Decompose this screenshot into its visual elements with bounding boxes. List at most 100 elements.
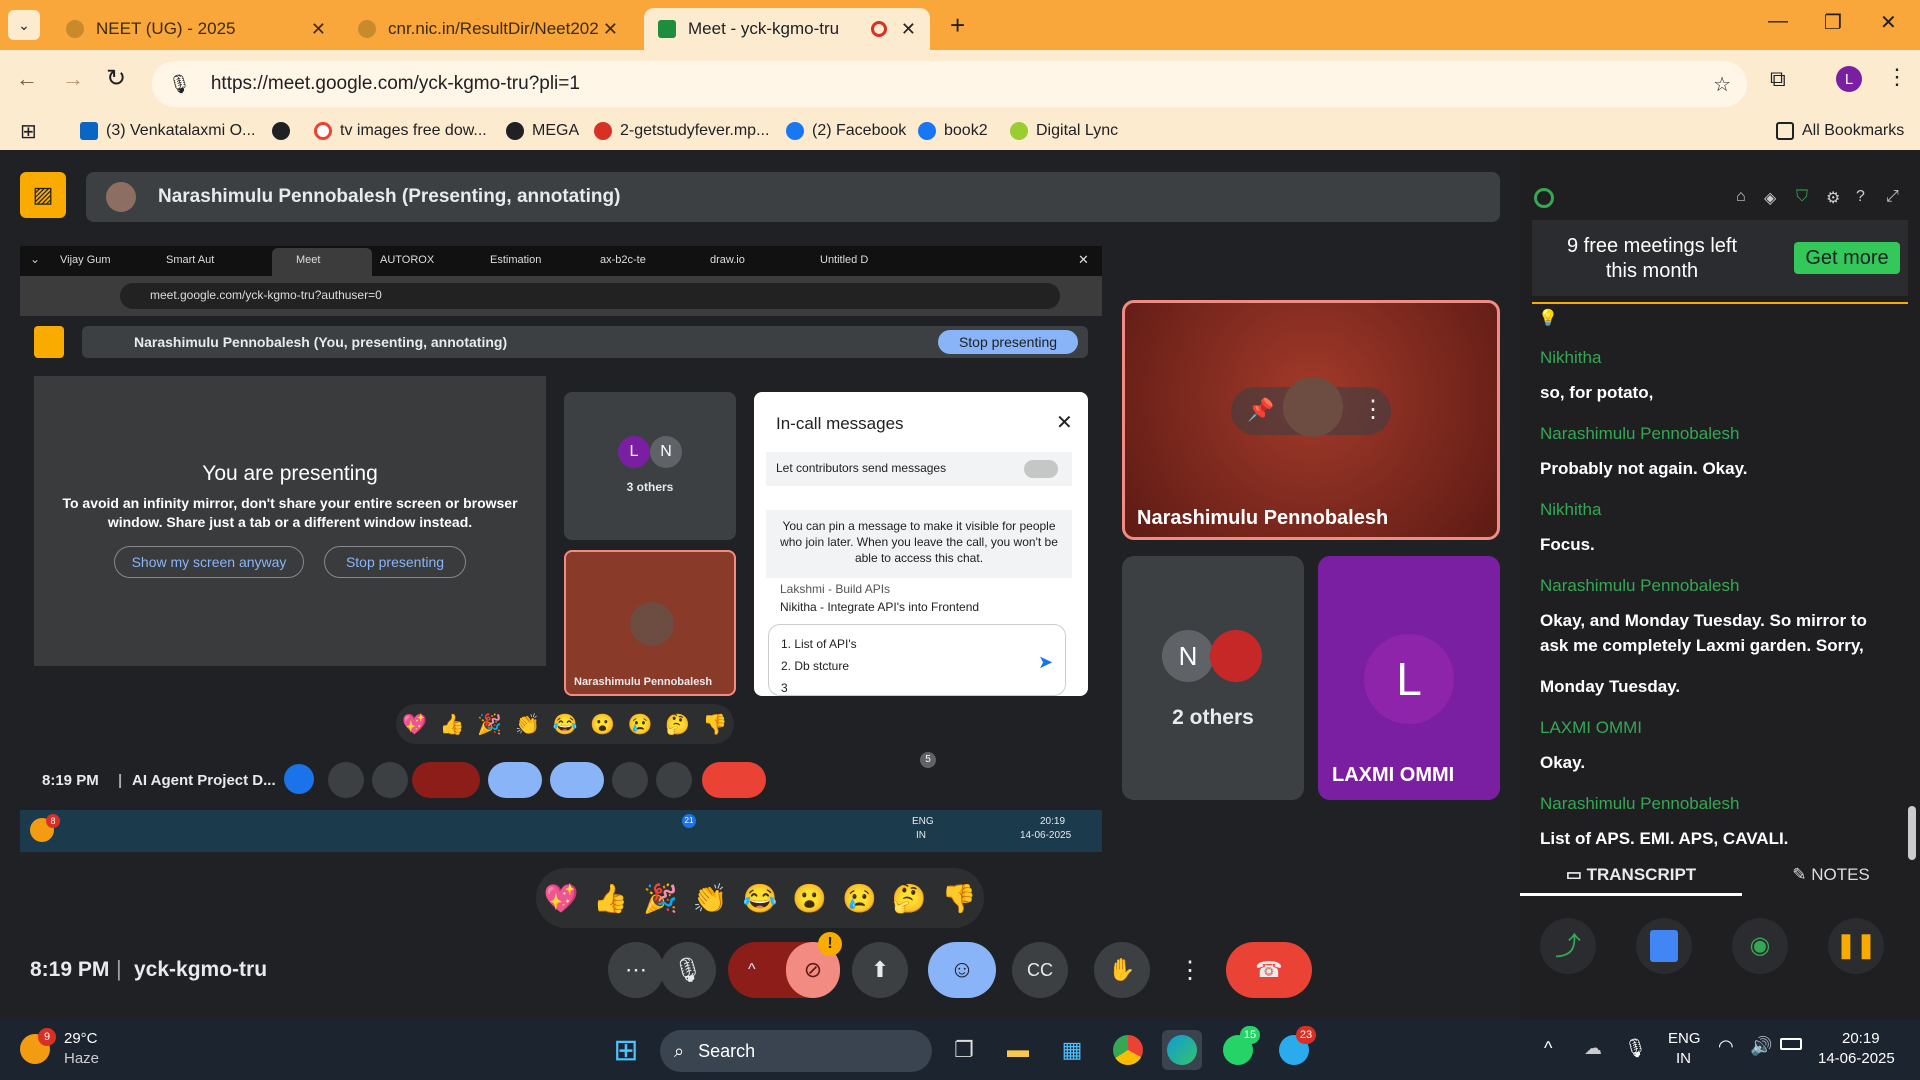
close-icon[interactable]: ✕ xyxy=(901,19,916,40)
bookmark-globe[interactable] xyxy=(272,116,298,146)
browser-tab-meet[interactable]: Meet - yck-kgmo-tru ✕ xyxy=(644,8,930,50)
minimize-panel-icon[interactable]: ⤢ xyxy=(1886,188,1899,206)
back-icon[interactable]: ← xyxy=(16,66,38,92)
present-button[interactable]: ⬆ xyxy=(852,942,908,998)
browser-tab-neet[interactable]: NEET (UG) - 2025 ✕ xyxy=(52,8,340,50)
minimize-icon[interactable]: — xyxy=(1768,10,1788,33)
win-region: IN xyxy=(916,830,926,841)
tray-cloud-icon[interactable]: ☁ xyxy=(1584,1038,1602,1059)
bookmark-digital-lync[interactable]: Digital Lync xyxy=(1010,116,1118,146)
message-draft: 1. List of API's 2. Db stcture 3 xyxy=(768,624,1066,696)
warning-badge: ! xyxy=(818,932,842,956)
weather-widget[interactable]: 9 29°C Haze xyxy=(18,1028,138,1072)
chrome-icon[interactable] xyxy=(1108,1030,1148,1070)
windows-start-icon[interactable]: ⊞ xyxy=(606,1030,646,1070)
battery-icon[interactable] xyxy=(1780,1038,1802,1050)
store-icon[interactable]: ▦ xyxy=(1052,1030,1092,1070)
camera-button[interactable]: ◉ xyxy=(1732,918,1788,974)
thumbs-down-icon[interactable]: 👎 xyxy=(942,882,977,915)
telegram-icon[interactable]: 23 xyxy=(1274,1026,1316,1070)
bookmark-facebook[interactable]: (2) Facebook xyxy=(786,116,906,146)
volume-icon[interactable]: 🔊 xyxy=(1750,1036,1772,1057)
bookmark-getstudyfever[interactable]: 2-getstudyfever.mp... xyxy=(594,116,769,146)
get-more-button[interactable]: Get more xyxy=(1794,242,1900,274)
raise-hand-button[interactable]: ✋ xyxy=(1094,942,1150,998)
shared-tab-search: ⌄ xyxy=(30,252,41,266)
all-bookmarks[interactable]: All Bookmarks xyxy=(1776,116,1904,146)
tab-transcript[interactable]: ▭ TRANSCRIPT xyxy=(1520,858,1742,896)
shared-emoji-button xyxy=(550,762,604,798)
help-icon[interactable]: ? xyxy=(1856,188,1865,206)
tab-search-button[interactable]: ⌄ xyxy=(8,10,40,40)
more-options-button[interactable]: ⋯ xyxy=(608,942,664,998)
bookmark-book2[interactable]: book2 xyxy=(918,116,988,146)
gear-icon[interactable]: ⚙ xyxy=(1826,188,1840,208)
clock-time[interactable]: 20:19 xyxy=(1842,1030,1880,1047)
close-icon[interactable]: ✕ xyxy=(603,19,618,40)
forward-icon[interactable]: → xyxy=(62,66,84,92)
mic-button[interactable]: 🎙 xyxy=(660,942,716,998)
chevron-up-icon: ^ xyxy=(748,961,756,978)
stop-sharing-icon[interactable]: ▨ xyxy=(20,172,66,218)
bookmark-star-icon[interactable]: ☆ xyxy=(1713,72,1731,97)
heart-icon[interactable]: 💖 xyxy=(543,882,578,915)
tray-chevron-icon[interactable]: ^ xyxy=(1544,1038,1552,1059)
participant-tile-presenter[interactable]: 📌 ⋮ Narashimulu Pennobalesh xyxy=(1122,300,1500,540)
shared-time: 8:19 PM xyxy=(42,772,99,789)
reload-icon[interactable]: ↻ xyxy=(106,64,126,93)
close-window-icon[interactable]: ✕ xyxy=(1880,10,1897,35)
task-view-icon[interactable]: ❐ xyxy=(944,1030,984,1070)
shared-stop-presenting-2: Stop presenting xyxy=(324,546,466,578)
file-explorer-icon[interactable]: ▬ xyxy=(998,1030,1038,1070)
pause-button[interactable]: ❚❚ xyxy=(1828,918,1884,974)
taskbar-search[interactable]: ⌕ Search xyxy=(660,1030,932,1072)
browser-menu-icon[interactable]: ⋮ xyxy=(1886,64,1908,90)
shared-more-button xyxy=(328,762,364,798)
whatsapp-icon[interactable]: 15 xyxy=(1218,1026,1260,1070)
thinking-icon[interactable]: 🤔 xyxy=(892,882,927,915)
thumbs-up-icon[interactable]: 👍 xyxy=(593,882,628,915)
surprised-icon[interactable]: 😮 xyxy=(792,882,827,915)
browser-tab-cnr[interactable]: cnr.nic.in/ResultDir/Neet2025/L ✕ xyxy=(344,8,632,50)
emoji-button[interactable]: ☺ xyxy=(928,942,996,998)
eraser-icon[interactable]: ◈ xyxy=(1764,188,1776,208)
new-tab-icon[interactable]: + xyxy=(950,10,965,41)
captions-button[interactable]: CC xyxy=(1012,942,1068,998)
more-vert-button[interactable]: ⋮ xyxy=(1162,942,1218,998)
notification-badge: 9 xyxy=(38,1028,56,1046)
clap-icon: 👏 xyxy=(514,713,540,736)
wifi-icon[interactable]: ◠ xyxy=(1718,1036,1734,1057)
avatar: N xyxy=(650,436,682,468)
home-icon[interactable]: ⌂ xyxy=(1736,188,1746,206)
tray-mic-icon[interactable]: 🎙 xyxy=(1624,1038,1647,1059)
scrollbar[interactable] xyxy=(1908,806,1916,860)
avatar xyxy=(630,602,674,646)
mega-icon xyxy=(506,122,524,140)
input-language[interactable]: ENG xyxy=(1668,1030,1701,1047)
profile-avatar[interactable]: L xyxy=(1836,66,1862,92)
pin-icon[interactable]: 📌 xyxy=(1247,397,1274,423)
end-call-button[interactable]: ☎ xyxy=(1226,942,1312,998)
participant-tile-laxmi[interactable]: L LAXMI OMMI xyxy=(1318,556,1500,800)
edge-icon[interactable] xyxy=(1162,1030,1202,1070)
maximize-icon[interactable]: ❐ xyxy=(1824,10,1842,35)
shield-icon[interactable]: ⛉ xyxy=(1796,188,1808,206)
share-button[interactable]: ⤴ xyxy=(1540,918,1596,974)
party-icon[interactable]: 🎉 xyxy=(643,882,678,915)
laugh-icon[interactable]: 😂 xyxy=(743,882,778,915)
reactions-bar: 💖 👍 🎉 👏 😂 😮 😢 🤔 👎 xyxy=(536,868,984,928)
participant-tile-others[interactable]: N 2 others xyxy=(1122,556,1304,800)
docs-button[interactable] xyxy=(1636,918,1692,974)
shared-end-call-button xyxy=(702,762,766,798)
close-icon[interactable]: ✕ xyxy=(311,19,326,40)
address-bar[interactable]: 🎙 https://meet.google.com/yck-kgmo-tru?p… xyxy=(152,61,1747,107)
tab-notes[interactable]: ✎ NOTES xyxy=(1742,858,1920,896)
more-vert-icon[interactable]: ⋮ xyxy=(1361,395,1385,424)
bookmark-tv-images[interactable]: tv images free dow... xyxy=(314,116,487,146)
bookmark-mega[interactable]: MEGA xyxy=(506,116,579,146)
extensions-icon[interactable]: ⧉ xyxy=(1770,66,1786,92)
sad-icon[interactable]: 😢 xyxy=(842,882,877,915)
clap-icon[interactable]: 👏 xyxy=(693,882,728,915)
bookmark-linkedin[interactable]: (3) Venkatalaxmi O... xyxy=(80,116,255,146)
apps-grid-icon[interactable]: ⊞ xyxy=(20,116,37,146)
